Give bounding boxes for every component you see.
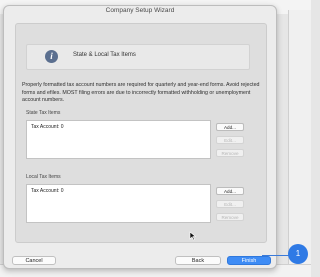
step-callout-badge: 1 — [288, 244, 308, 264]
callout-pointer-line — [262, 255, 290, 256]
dialog-title: Company Setup Wizard — [105, 7, 175, 14]
local-tax-items-label: Local Tax Items — [26, 174, 61, 180]
info-icon: i — [45, 50, 58, 63]
mouse-cursor-icon — [189, 231, 196, 241]
background-window-right — [288, 10, 311, 265]
info-title: State & Local Tax Items — [73, 52, 136, 58]
local-edit-button[interactable]: Edit... — [216, 200, 244, 208]
finish-button[interactable]: Finish — [227, 256, 271, 265]
back-button[interactable]: Back — [175, 256, 221, 265]
list-item[interactable]: Tax Account: 0 — [31, 188, 64, 194]
state-edit-button[interactable]: Edit... — [216, 136, 244, 144]
state-remove-button[interactable]: Remove — [216, 149, 244, 157]
local-remove-button[interactable]: Remove — [216, 213, 244, 221]
local-add-button[interactable]: Add... — [216, 187, 244, 195]
state-tax-items-list[interactable]: Tax Account: 0 — [26, 120, 211, 159]
info-banner: i State & Local Tax Items — [26, 44, 250, 70]
cancel-button[interactable]: Cancel — [12, 256, 56, 265]
description-text: Properly formatted tax account numbers a… — [22, 82, 260, 104]
state-tax-items-label: State Tax Items — [26, 110, 61, 116]
local-tax-items-list[interactable]: Tax Account: 0 — [26, 184, 211, 223]
company-setup-wizard-dialog: Company Setup Wizard i State & Local Tax… — [3, 5, 277, 269]
list-item[interactable]: Tax Account: 0 — [31, 124, 64, 130]
state-add-button[interactable]: Add... — [216, 123, 244, 131]
wizard-content-panel: i State & Local Tax Items Properly forma… — [15, 23, 267, 243]
